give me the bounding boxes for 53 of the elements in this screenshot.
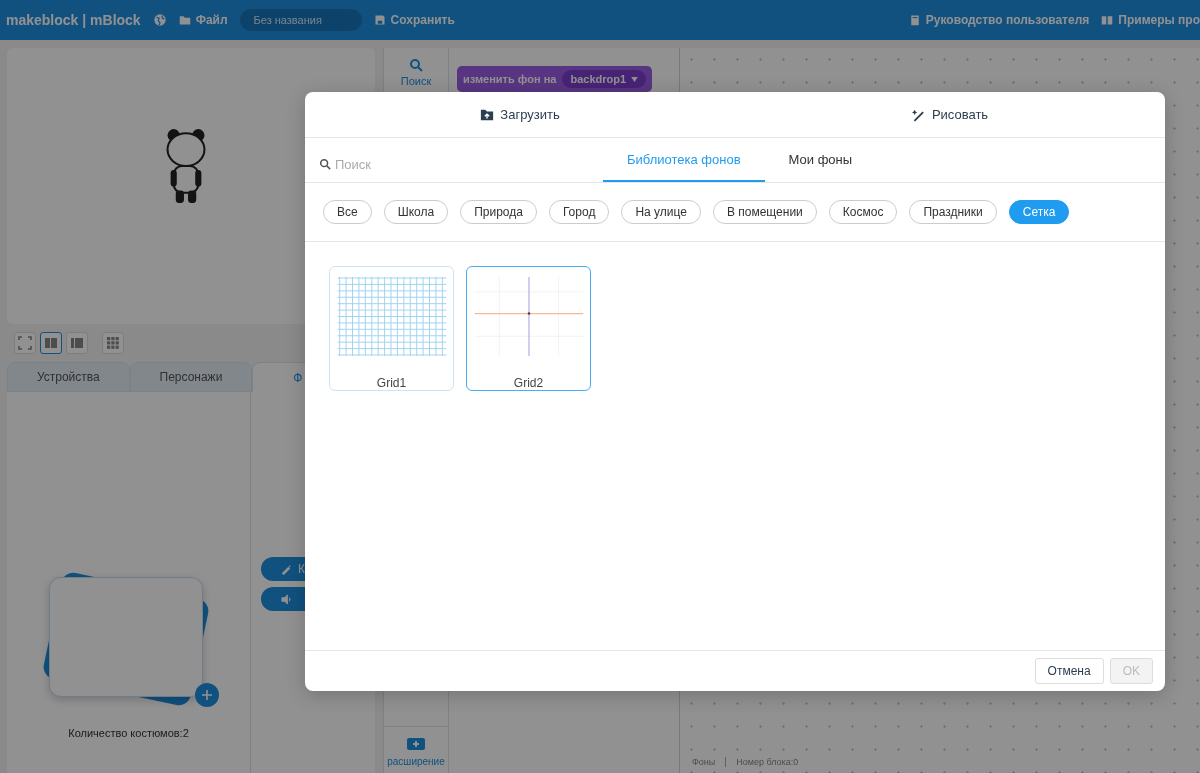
- save-icon: [373, 14, 386, 26]
- upload-folder-icon: [480, 107, 495, 122]
- fullscreen-icon: [18, 336, 32, 350]
- backdrop-card[interactable]: Grid2: [466, 266, 591, 391]
- grid-icon: [106, 336, 120, 350]
- category-filter[interactable]: Школа: [383, 200, 449, 224]
- panel-tab[interactable]: Персонажи: [129, 362, 253, 392]
- small-view-button[interactable]: [66, 332, 88, 354]
- code-block[interactable]: изменить фон на backdrop1: [457, 66, 653, 92]
- save-button[interactable]: Сохранить: [373, 13, 455, 27]
- logo[interactable]: makeblock | mBlock: [6, 12, 141, 28]
- canvas-status: Фоны: [692, 757, 716, 767]
- examples-link[interactable]: Примеры про: [1101, 13, 1200, 27]
- paint-button[interactable]: Рисовать: [735, 92, 1165, 137]
- block-label: изменить фон на: [463, 73, 557, 85]
- globe-icon[interactable]: [152, 13, 167, 27]
- document-icon: [908, 14, 921, 26]
- category-filter[interactable]: Космос: [828, 200, 898, 224]
- category-filter[interactable]: На улице: [621, 200, 701, 224]
- extension-button[interactable]: расширение: [384, 726, 448, 773]
- small-icon: [70, 336, 84, 350]
- library-tab[interactable]: Мои фоны: [764, 138, 877, 182]
- category-filter[interactable]: Сетка: [1008, 200, 1070, 224]
- project-name-field[interactable]: Без названия: [239, 9, 362, 31]
- category-filter[interactable]: Все: [323, 200, 372, 224]
- add-extension-icon: [406, 737, 426, 753]
- panel-tab[interactable]: Устройства: [7, 362, 130, 392]
- folder-icon: [178, 14, 191, 26]
- large-icon: [44, 336, 58, 350]
- caret-icon: [631, 76, 639, 82]
- category-filter[interactable]: Природа: [460, 200, 537, 224]
- brush-icon: [281, 563, 292, 575]
- canvas-status: Номер блока:0: [725, 757, 799, 767]
- library-tab[interactable]: Библиотека фонов: [603, 138, 765, 182]
- search-icon: [409, 58, 423, 72]
- category-filter[interactable]: В помещении: [712, 200, 817, 224]
- costume-count: Количество костюмов:2: [68, 726, 189, 739]
- large-view-button[interactable]: [40, 332, 62, 354]
- grid-view-button[interactable]: [102, 332, 124, 354]
- search-field[interactable]: Поиск: [335, 156, 395, 172]
- user-guide-link[interactable]: Руководство пользователя: [908, 13, 1090, 27]
- magic-wand-icon: [911, 107, 926, 122]
- backdrop-dropdown[interactable]: backdrop1: [562, 70, 647, 88]
- backdrop-card[interactable]: Grid1: [329, 266, 454, 391]
- speaker-icon: [281, 593, 292, 605]
- category-filter[interactable]: Праздники: [909, 200, 997, 224]
- plus-icon[interactable]: [194, 682, 219, 707]
- fullscreen-view-button[interactable]: [14, 332, 36, 354]
- category-filter[interactable]: Город: [548, 200, 610, 224]
- search-icon: [319, 158, 331, 170]
- book-icon: [1101, 14, 1114, 26]
- file-menu[interactable]: Файл: [178, 13, 228, 27]
- cancel-button[interactable]: Отмена: [1034, 658, 1104, 684]
